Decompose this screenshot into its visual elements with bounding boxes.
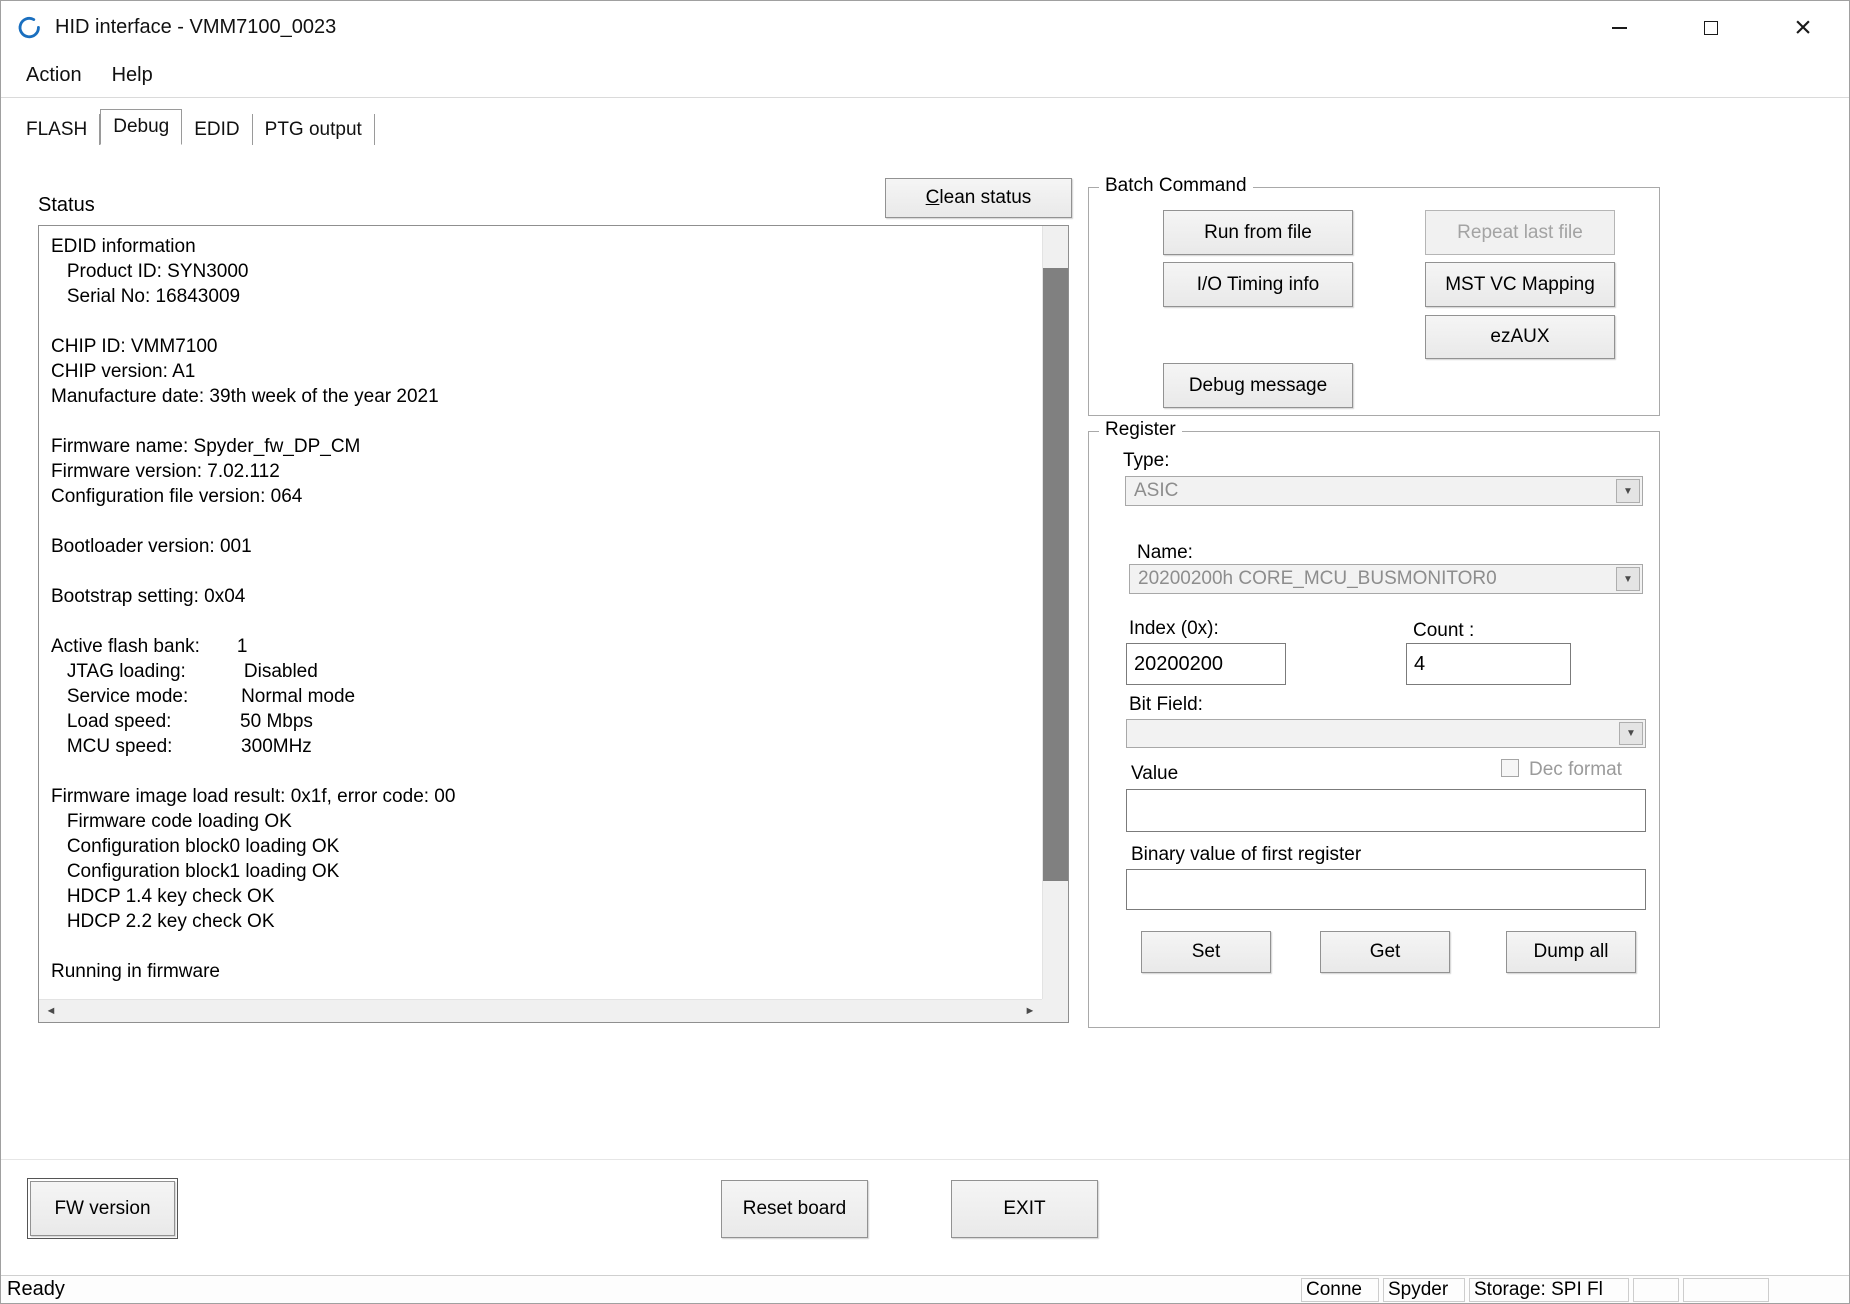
dec-format-label: Dec format: [1529, 759, 1622, 780]
statusbar-cell-empty-2: [1683, 1278, 1769, 1302]
mst-vc-mapping-button[interactable]: MST VC Mapping: [1425, 262, 1615, 307]
clean-status-label: Clean status: [925, 187, 1032, 208]
titlebar: HID interface - VMM7100_0023 ×: [1, 1, 1849, 54]
ezaux-button[interactable]: ezAUX: [1425, 315, 1615, 359]
vertical-scrollbar-thumb[interactable]: [1043, 268, 1068, 881]
count-label: Count :: [1413, 620, 1475, 641]
fw-version-focus-ring: FW version: [27, 1178, 178, 1239]
debug-message-button[interactable]: Debug message: [1163, 363, 1353, 408]
menubar: Action Help: [1, 54, 1849, 98]
type-combo-value: ASIC: [1134, 480, 1179, 501]
status-label: Status: [38, 194, 95, 216]
status-text: EDID information Product ID: SYN3000 Ser…: [51, 236, 456, 982]
count-input[interactable]: [1406, 643, 1571, 685]
bit-field-combo[interactable]: ▼: [1126, 719, 1646, 748]
window-controls: ×: [1573, 1, 1849, 54]
register-group: Register Type: ASIC ▼ Name: 20200200h CO…: [1088, 419, 1660, 1028]
bit-field-label: Bit Field:: [1129, 694, 1203, 715]
exit-button[interactable]: EXIT: [951, 1180, 1098, 1238]
status-output-box: EDID information Product ID: SYN3000 Ser…: [38, 225, 1069, 1023]
tab-debug[interactable]: Debug: [100, 109, 183, 145]
io-timing-info-button[interactable]: I/O Timing info: [1163, 262, 1353, 307]
app-window: HID interface - VMM7100_0023 × Action He…: [0, 0, 1850, 1304]
tabstrip: FLASH Debug EDID PTG output: [13, 109, 375, 145]
reset-board-button[interactable]: Reset board: [721, 1180, 868, 1238]
name-combo-value: 20200200h CORE_MCU_BUSMONITOR0: [1138, 568, 1497, 589]
statusbar-storage: Storage: SPI Fl: [1469, 1278, 1629, 1302]
type-combo-arrow-icon: ▼: [1616, 479, 1640, 503]
dump-all-button[interactable]: Dump all: [1506, 931, 1636, 973]
vertical-scrollbar[interactable]: [1042, 226, 1068, 999]
set-button[interactable]: Set: [1141, 931, 1271, 973]
menu-help[interactable]: Help: [97, 58, 168, 93]
statusbar-firmware-name: Spyder: [1383, 1278, 1465, 1302]
value-label: Value: [1131, 763, 1179, 784]
repeat-last-file-button: Repeat last file: [1425, 210, 1615, 255]
menu-action[interactable]: Action: [11, 58, 97, 93]
horizontal-scrollbar[interactable]: ◄ ►: [39, 999, 1042, 1022]
value-input[interactable]: [1126, 789, 1646, 832]
name-label: Name:: [1137, 542, 1193, 563]
scroll-left-icon[interactable]: ◄: [39, 1000, 63, 1022]
scroll-right-icon[interactable]: ►: [1018, 1000, 1042, 1022]
fw-version-button[interactable]: FW version: [30, 1181, 175, 1236]
batch-command-group: Batch Command Run from file Repeat last …: [1088, 175, 1660, 416]
name-combo: 20200200h CORE_MCU_BUSMONITOR0 ▼: [1129, 564, 1643, 594]
tab-edid[interactable]: EDID: [182, 114, 253, 145]
statusbar-cell-empty-1: [1633, 1278, 1679, 1302]
binary-value-input[interactable]: [1126, 869, 1646, 910]
maximize-icon: [1704, 20, 1718, 35]
close-button[interactable]: ×: [1757, 1, 1849, 54]
minimize-icon: [1611, 26, 1627, 29]
app-logo-icon: [17, 15, 43, 41]
minimize-button[interactable]: [1573, 1, 1665, 54]
type-combo: ASIC ▼: [1125, 476, 1643, 506]
statusbar-connection: Conne: [1301, 1278, 1379, 1302]
maximize-button[interactable]: [1665, 1, 1757, 54]
register-title: Register: [1099, 419, 1182, 441]
type-label: Type:: [1123, 450, 1170, 471]
statusbar-ready: Ready: [7, 1278, 65, 1300]
footer-separator: [1, 1159, 1849, 1160]
window-title: HID interface - VMM7100_0023: [55, 16, 337, 38]
name-combo-arrow-icon: ▼: [1616, 567, 1640, 591]
tab-flash[interactable]: FLASH: [13, 114, 101, 145]
index-label: Index (0x):: [1129, 618, 1219, 639]
get-button[interactable]: Get: [1320, 931, 1450, 973]
clean-status-button[interactable]: Clean status: [885, 178, 1072, 218]
index-input[interactable]: [1126, 643, 1286, 685]
dec-format-checkbox: [1501, 759, 1519, 777]
close-icon: ×: [1794, 10, 1812, 44]
batch-command-title: Batch Command: [1099, 175, 1253, 197]
binary-value-label: Binary value of first register: [1131, 844, 1362, 865]
statusbar: Ready Conne Spyder Storage: SPI Fl: [1, 1275, 1849, 1303]
run-from-file-button[interactable]: Run from file: [1163, 210, 1353, 255]
bit-field-combo-arrow-icon[interactable]: ▼: [1619, 722, 1643, 745]
tab-ptg-output[interactable]: PTG output: [252, 114, 375, 145]
scrollbar-corner: [1042, 999, 1068, 1022]
